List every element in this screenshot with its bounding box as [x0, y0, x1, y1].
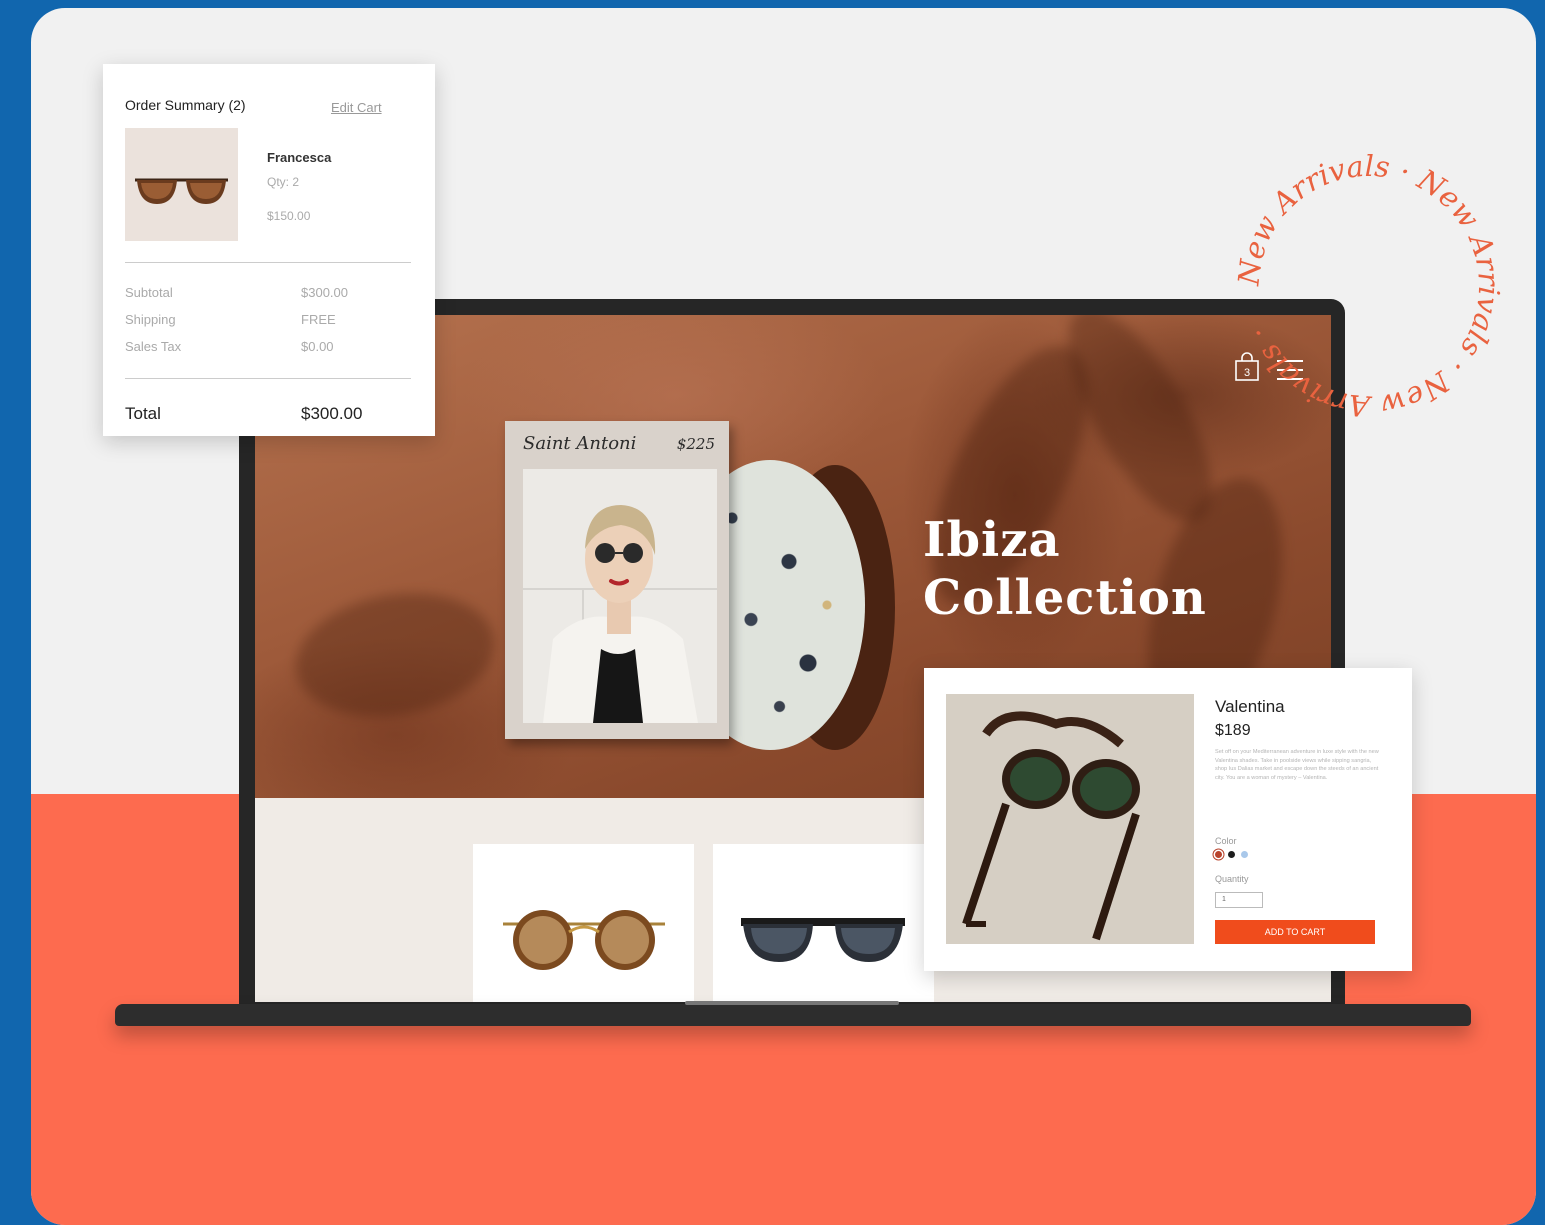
- quick-view-description: Set off on your Mediterranean adventure …: [1215, 749, 1379, 781]
- featured-product-price: $225: [676, 435, 715, 453]
- order-summary-title: Order Summary (2): [125, 97, 246, 113]
- product-quick-view: Valentina $189 Set off on your Mediterra…: [924, 668, 1412, 971]
- order-summary-panel: Order Summary (2) Edit Cart Francesca Qt…: [103, 64, 435, 436]
- quantity-label: Quantity: [1215, 874, 1249, 884]
- color-swatch-black[interactable]: [1228, 851, 1235, 858]
- sales-tax-label: Sales Tax: [125, 339, 182, 354]
- shipping-label: Shipping: [125, 312, 176, 327]
- cart-item-qty: Qty: 2: [267, 175, 300, 189]
- subtotal-value: $300.00: [301, 285, 348, 300]
- shipping-value: FREE: [301, 312, 336, 327]
- svg-text:New Arrivals · New Arrivals ·: New Arrivals · New Arrivals · New Arriva…: [1231, 149, 1506, 424]
- model-portrait-image: [523, 469, 717, 723]
- featured-product-name: Saint Antoni: [523, 433, 637, 454]
- featured-product-card[interactable]: Saint Antoni $225: [505, 421, 729, 739]
- black-sunglasses-image: [741, 918, 905, 962]
- subtotal-label: Subtotal: [125, 285, 173, 300]
- quick-view-product-name: Valentina: [1215, 697, 1285, 716]
- promo-card: Saint Antoni $225 Ibiza Collection 3 Ord…: [31, 8, 1536, 1225]
- badge-text: New Arrivals · New Arrivals · New Arriva…: [1231, 149, 1506, 424]
- total-label: Total: [125, 404, 161, 423]
- hero-title: Ibiza Collection: [923, 511, 1207, 627]
- product-tile-tortoise-sunglasses[interactable]: [473, 844, 694, 1002]
- add-to-cart-button[interactable]: ADD TO CART: [1215, 920, 1375, 944]
- cart-item-price: $150.00: [267, 209, 311, 223]
- new-arrivals-badge: New Arrivals · New Arrivals · New Arriva…: [1231, 149, 1506, 424]
- laptop-notch: [685, 1001, 899, 1005]
- total-value: $300.00: [301, 404, 363, 423]
- product-tile-black-sunglasses[interactable]: [713, 844, 934, 1002]
- tortoise-sunglasses-image: [503, 910, 665, 970]
- cart-item-thumbnail: [125, 128, 238, 241]
- valentina-product-image: [946, 694, 1194, 944]
- quantity-input[interactable]: 1: [1215, 892, 1263, 908]
- leaf-shadow: [286, 578, 504, 732]
- edit-cart-link[interactable]: Edit Cart: [331, 100, 382, 115]
- sales-tax-value: $0.00: [301, 339, 334, 354]
- laptop-base: [115, 1004, 1471, 1026]
- cart-item-name: Francesca: [267, 150, 332, 165]
- color-swatch-blue[interactable]: [1241, 851, 1248, 858]
- divider: [125, 378, 411, 379]
- quick-view-product-price: $189: [1215, 722, 1251, 739]
- divider: [125, 262, 411, 263]
- color-label: Color: [1215, 836, 1237, 846]
- hero-title-line-1: Ibiza: [923, 512, 1061, 568]
- color-swatch-red[interactable]: [1215, 851, 1222, 858]
- hero-title-line-2: Collection: [923, 570, 1207, 626]
